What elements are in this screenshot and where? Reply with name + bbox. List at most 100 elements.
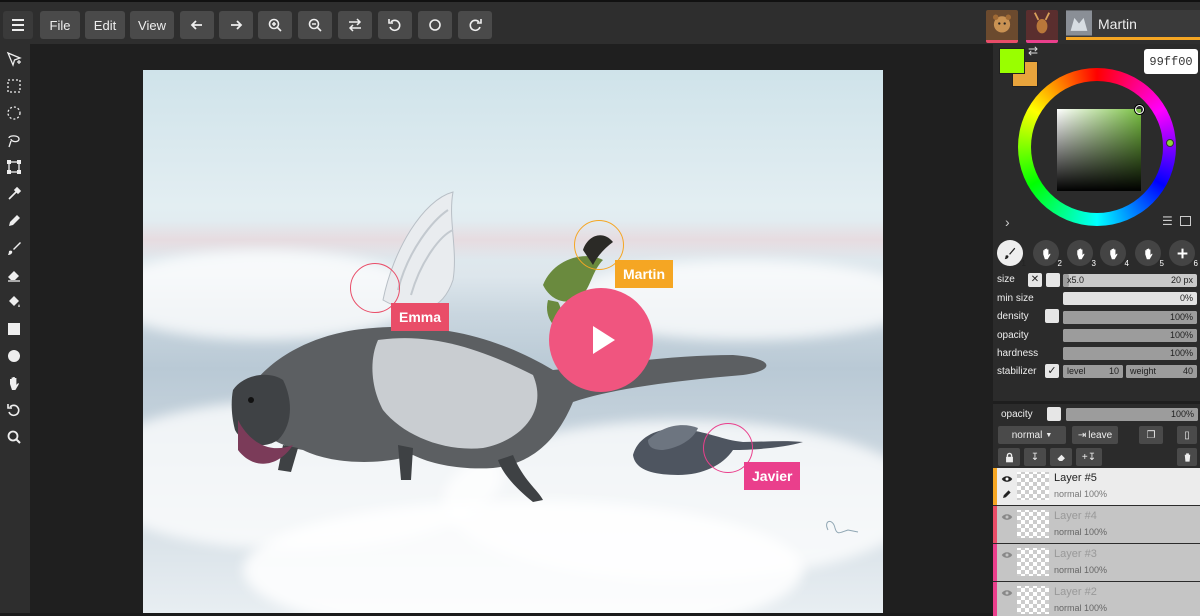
level-label: level <box>1067 366 1086 376</box>
brush-preset-1[interactable]: 1 <box>997 240 1026 268</box>
ellipse-select-icon <box>7 106 21 120</box>
expand-chevron-icon[interactable]: › <box>1005 214 1010 230</box>
size-pressure-toggle[interactable]: ✕ <box>1028 273 1042 287</box>
eraser-tool[interactable] <box>4 265 24 285</box>
layer-row[interactable]: Layer #4 normal 100% <box>993 506 1200 543</box>
layer-opacity-toggle[interactable] <box>1047 407 1061 421</box>
rectangle-tool[interactable] <box>4 319 24 339</box>
add-below-button[interactable]: +↧ <box>1076 448 1102 466</box>
layer-name: Layer #3 <box>1054 548 1097 560</box>
density-slider[interactable]: 100% <box>1063 311 1197 324</box>
layer-thumbnail <box>1017 548 1049 576</box>
swap-colors-icon[interactable]: ⇄ <box>1028 44 1038 58</box>
ellipse-tool[interactable] <box>4 346 24 366</box>
merge-down-button[interactable]: ↧ <box>1024 448 1046 466</box>
undo-button[interactable] <box>180 11 214 39</box>
tool-sidebar <box>0 44 30 613</box>
deer-avatar-icon <box>1033 12 1051 34</box>
eye-icon[interactable] <box>1001 511 1013 523</box>
add-brush-preset[interactable]: 6 <box>1169 240 1198 268</box>
eye-icon[interactable] <box>1001 549 1013 561</box>
ellipse-select-tool[interactable] <box>4 103 24 123</box>
sliders-settings-icon[interactable]: ☰ <box>1162 214 1173 228</box>
density-pressure-toggle[interactable] <box>1045 309 1059 323</box>
zoom-in-button[interactable] <box>258 11 292 39</box>
stabilizer-weight-slider[interactable]: weight 40 <box>1126 365 1197 378</box>
view-menu[interactable]: View <box>130 11 174 39</box>
leave-button[interactable]: ⇥ leave <box>1072 426 1118 444</box>
zoom-out-button[interactable] <box>298 11 332 39</box>
eraser-icon <box>8 271 20 282</box>
eyedropper-tool[interactable] <box>4 184 24 204</box>
avatar-emma[interactable] <box>986 10 1018 43</box>
rotate-left-button[interactable] <box>378 11 412 39</box>
zoom-tool[interactable] <box>4 427 24 447</box>
sv-cursor <box>1135 105 1144 114</box>
size-brush-toggle[interactable] <box>1046 273 1060 287</box>
canvas-area[interactable]: Emma Martin Javier <box>30 44 993 613</box>
min-size-slider[interactable]: 0% <box>1063 292 1197 305</box>
hamburger-menu-button[interactable] <box>3 11 33 39</box>
wolf-avatar-icon <box>1066 10 1092 36</box>
plus-icon <box>1177 248 1187 258</box>
rotate-right-icon <box>469 19 482 32</box>
lasso-tool[interactable] <box>4 130 24 150</box>
hand-icon <box>1076 248 1084 259</box>
lock-layer-button[interactable] <box>998 448 1020 466</box>
martin-cursor-label: Martin <box>615 260 673 288</box>
transform-tool[interactable] <box>4 157 24 177</box>
play-video-button[interactable] <box>549 288 653 392</box>
brush-preset-3[interactable]: 3 <box>1067 240 1096 268</box>
layer-opacity-slider[interactable]: 100% <box>1066 408 1198 421</box>
rotate-right-button[interactable] <box>458 11 492 39</box>
file-menu[interactable]: File <box>40 11 80 39</box>
delete-layer-button[interactable] <box>1177 448 1197 466</box>
primary-color-swatch[interactable] <box>999 48 1025 74</box>
brush-tool[interactable] <box>4 238 24 258</box>
avatar-javier[interactable] <box>1026 10 1058 43</box>
zoom-in-icon <box>268 18 282 32</box>
layer-row[interactable]: Layer #3 normal 100% <box>993 544 1200 581</box>
javier-cursor-label: Javier <box>744 462 801 490</box>
move-tool[interactable] <box>4 49 24 69</box>
brush-preset-5[interactable]: 5 <box>1135 240 1164 268</box>
stabilizer-level-slider[interactable]: level 10 <box>1063 365 1123 378</box>
saturation-value-square[interactable] <box>1057 109 1141 191</box>
hardness-slider[interactable]: 100% <box>1063 347 1197 360</box>
eye-icon[interactable] <box>1001 473 1013 485</box>
fill-tool[interactable] <box>4 292 24 312</box>
edit-menu[interactable]: Edit <box>85 11 125 39</box>
blend-mode-select[interactable]: normal ▼ <box>998 426 1066 444</box>
hex-input[interactable]: 99ff00 <box>1144 49 1198 74</box>
redo-button[interactable] <box>219 11 253 39</box>
current-user-box[interactable]: Martin <box>1066 10 1200 40</box>
stabilizer-label: stabilizer <box>997 366 1037 377</box>
rect-select-tool[interactable] <box>4 76 24 96</box>
panel-layout-icon[interactable] <box>1180 216 1191 226</box>
hand-tool[interactable] <box>4 373 24 393</box>
stabilizer-checkbox[interactable]: ✓ <box>1045 364 1059 378</box>
brush-preset-4[interactable]: 4 <box>1100 240 1129 268</box>
lasso-icon <box>8 135 20 148</box>
move-tool-icon <box>6 51 22 67</box>
rotate-icon <box>7 404 20 417</box>
artwork-canvas[interactable]: Emma Martin Javier <box>143 70 883 613</box>
new-layer-button[interactable]: ▯ <box>1177 426 1197 444</box>
layer-row-active[interactable]: Layer #5 normal 100% <box>993 468 1200 505</box>
brush-preset-2[interactable]: 2 <box>1033 240 1062 268</box>
arrow-right-icon <box>231 20 243 30</box>
size-slider[interactable]: x5.0 20 px <box>1063 274 1197 287</box>
eye-icon[interactable] <box>1001 587 1013 599</box>
opacity-slider[interactable]: 100% <box>1063 329 1197 342</box>
layer-name: Layer #2 <box>1054 586 1097 598</box>
clear-layer-button[interactable] <box>1050 448 1072 466</box>
brush-icon <box>1004 247 1016 260</box>
layer-row[interactable]: Layer #2 normal 100% <box>993 582 1200 616</box>
flip-button[interactable] <box>338 11 372 39</box>
pencil-tool[interactable] <box>4 211 24 231</box>
rotate-tool[interactable] <box>4 400 24 420</box>
duplicate-layer-button[interactable]: ❐ <box>1139 426 1163 444</box>
weight-label: weight <box>1130 366 1157 376</box>
reset-rotation-button[interactable] <box>418 11 452 39</box>
layers-panel: opacity 100% normal ▼ ⇥ leave ❐ ▯ ↧ +↧ L… <box>993 401 1200 616</box>
